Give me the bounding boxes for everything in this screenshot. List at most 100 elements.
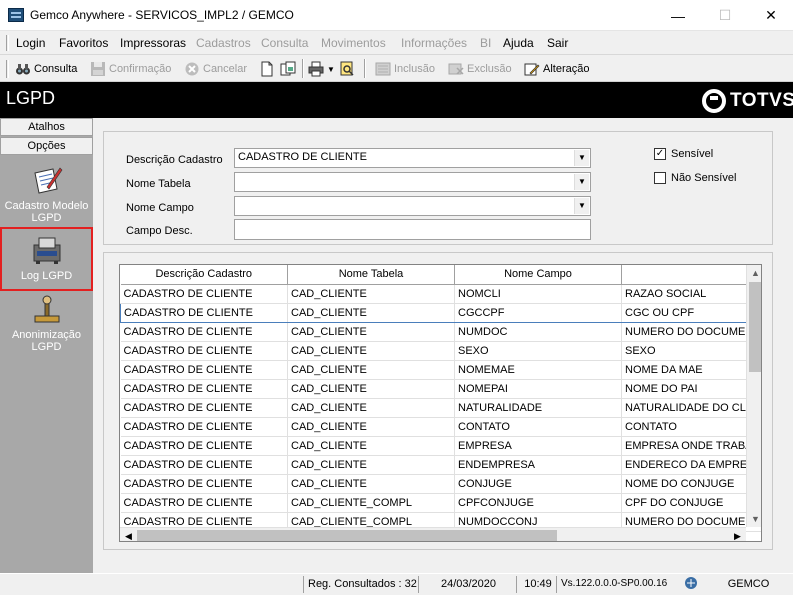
table-cell[interactable]: NATURALIDADE DO CLI [621,398,761,418]
column-header-descricao-cadastro[interactable]: Descrição Cadastro [120,265,288,285]
tab-opcoes[interactable]: Opções [0,137,93,155]
nao-sensivel-checkbox[interactable]: Não Sensível [654,172,736,184]
menu-impressoras[interactable]: Impressoras [120,36,186,50]
menu-consulta[interactable]: Consulta [261,36,308,50]
checkbox-unchecked-icon[interactable] [654,172,666,184]
table-cell[interactable]: NUMDOC [454,322,622,342]
consulta-button[interactable]: Consulta [15,59,77,79]
column-header-descricao[interactable]: Descri [621,265,761,285]
table-cell[interactable]: SEXO [454,341,622,361]
horizontal-scrollbar[interactable]: ◀ ▶ [120,527,746,541]
chevron-down-icon[interactable]: ▼ [327,65,335,74]
menu-favoritos[interactable]: Favoritos [59,36,108,50]
table-cell[interactable]: CONTATO [454,417,622,437]
menubar-grip[interactable] [6,35,9,51]
campo-desc-input[interactable] [234,219,591,240]
vertical-scrollbar[interactable]: ▲ ▼ [746,265,761,527]
table-cell[interactable]: CAD_CLIENTE_COMPL [287,493,455,513]
table-cell[interactable]: CADASTRO DE CLIENTE [120,474,288,494]
inclusao-button[interactable]: Inclusão [375,59,435,79]
table-cell[interactable]: ENDERECO DA EMPRES [621,455,761,475]
scroll-right-icon[interactable]: ▶ [729,528,746,541]
table-cell[interactable]: CONTATO [621,417,761,437]
table-cell[interactable]: CPFCONJUGE [454,493,622,513]
table-row[interactable]: CADASTRO DE CLIENTE CAD_CLIENTE_COMPL CPFC… [120,493,761,513]
chevron-down-icon[interactable]: ▼ [574,150,589,166]
table-cell[interactable]: CAD_CLIENTE [287,302,455,323]
nome-campo-select[interactable]: ▼ [234,196,591,216]
table-cell[interactable]: CAD_CLIENTE [287,474,455,494]
menu-cadastros[interactable]: Cadastros [196,36,251,50]
table-row[interactable]: CADASTRO DE CLIENTE CAD_CLIENTE ENDEMPRESA… [120,455,761,475]
menu-sair[interactable]: Sair [547,36,568,50]
column-header-nome-tabela[interactable]: Nome Tabela [287,265,455,285]
confirmacao-button[interactable]: Confirmação [90,59,171,79]
table-row[interactable]: CADASTRO DE CLIENTE CAD_CLIENTE SEXO SEXO [120,341,761,361]
search-document-button[interactable] [339,59,358,79]
table-cell[interactable]: CAD_CLIENTE [287,398,455,418]
table-cell[interactable]: CADASTRO DE CLIENTE [120,455,288,475]
table-cell[interactable]: CADASTRO DE CLIENTE [120,360,288,380]
exclusao-button[interactable]: Exclusão [448,59,512,79]
menu-movimentos[interactable]: Movimentos [321,36,386,50]
menu-ajuda[interactable]: Ajuda [503,36,534,50]
table-cell[interactable]: CPF DO CONJUGE [621,493,761,513]
descricao-cadastro-select[interactable]: CADASTRO DE CLIENTE ▼ [234,148,591,168]
close-button[interactable]: ✕ [748,0,793,31]
table-cell[interactable]: EMPRESA ONDE TRABA [621,436,761,456]
maximize-button[interactable]: ☐ [702,0,748,31]
table-cell[interactable]: CAD_CLIENTE [287,455,455,475]
tab-atalhos[interactable]: Atalhos [0,118,93,136]
table-cell[interactable]: NOME DO PAI [621,379,761,399]
scrollbar-thumb[interactable] [137,530,557,541]
chevron-down-icon[interactable]: ▼ [574,198,589,214]
table-cell[interactable]: NUMERO DO DOCUMEN [621,322,761,342]
table-cell[interactable]: CONJUGE [454,474,622,494]
table-cell[interactable]: CADASTRO DE CLIENTE [120,398,288,418]
table-cell[interactable]: RAZAO SOCIAL [621,284,761,304]
table-cell[interactable]: CGC OU CPF [621,302,761,323]
table-row[interactable]: CADASTRO DE CLIENTE CAD_CLIENTE NUMDOC NUME… [120,322,761,342]
table-cell[interactable]: CAD_CLIENTE [287,436,455,456]
table-cell[interactable]: CAD_CLIENTE [287,284,455,304]
table-cell[interactable]: NOMCLI [454,284,622,304]
scrollbar-thumb[interactable] [749,282,761,372]
table-cell[interactable]: CADASTRO DE CLIENTE [120,322,288,342]
table-cell[interactable]: CADASTRO DE CLIENTE [120,341,288,361]
menu-informacoes[interactable]: Informações [401,36,467,50]
checkbox-checked-icon[interactable]: ✓ [654,148,666,160]
table-cell[interactable]: ENDEMPRESA [454,455,622,475]
results-grid[interactable]: Descrição Cadastro Nome Tabela Nome Camp… [119,264,762,542]
toolbar-grip[interactable] [6,60,9,78]
column-header-nome-campo[interactable]: Nome Campo [454,265,622,285]
table-row[interactable]: CADASTRO DE CLIENTE CAD_CLIENTE CGCCPF CGC … [120,302,761,323]
nome-tabela-select[interactable]: ▼ [234,172,591,192]
chevron-down-icon[interactable]: ▼ [574,174,589,190]
table-row[interactable]: CADASTRO DE CLIENTE CAD_CLIENTE CONJUGE NOM… [120,474,761,494]
minimize-button[interactable]: — [655,0,701,31]
table-row[interactable]: CADASTRO DE CLIENTE CAD_CLIENTE NOMEMAE NOM… [120,360,761,380]
table-cell[interactable]: CADASTRO DE CLIENTE [120,284,288,304]
scroll-down-icon[interactable]: ▼ [747,511,761,527]
table-row[interactable]: CADASTRO DE CLIENTE CAD_CLIENTE NOMEPAI NOM… [120,379,761,399]
cancelar-button[interactable]: Cancelar [184,59,247,79]
table-cell[interactable]: CAD_CLIENTE [287,360,455,380]
print-button[interactable]: ▼ [308,59,335,79]
table-cell[interactable]: SEXO [621,341,761,361]
table-cell[interactable]: NOME DA MAE [621,360,761,380]
table-cell[interactable]: CADASTRO DE CLIENTE [120,302,288,323]
copy-document-button[interactable] [280,59,299,79]
table-cell[interactable]: CADASTRO DE CLIENTE [120,436,288,456]
table-cell[interactable]: NOMEPAI [454,379,622,399]
table-cell[interactable]: NATURALIDADE [454,398,622,418]
table-cell[interactable]: CADASTRO DE CLIENTE [120,379,288,399]
table-cell[interactable]: CADASTRO DE CLIENTE [120,493,288,513]
table-cell[interactable]: NOME DO CONJUGE [621,474,761,494]
table-row[interactable]: CADASTRO DE CLIENTE CAD_CLIENTE EMPRESA EMP… [120,436,761,456]
table-row[interactable]: CADASTRO DE CLIENTE CAD_CLIENTE NOMCLI RAZA… [120,284,761,304]
table-cell[interactable]: CAD_CLIENTE [287,379,455,399]
table-cell[interactable]: EMPRESA [454,436,622,456]
sidebar-item-log-lgpd[interactable]: Log LGPD [0,227,93,291]
sensivel-checkbox[interactable]: ✓ Sensível [654,148,713,160]
table-cell[interactable]: NOMEMAE [454,360,622,380]
